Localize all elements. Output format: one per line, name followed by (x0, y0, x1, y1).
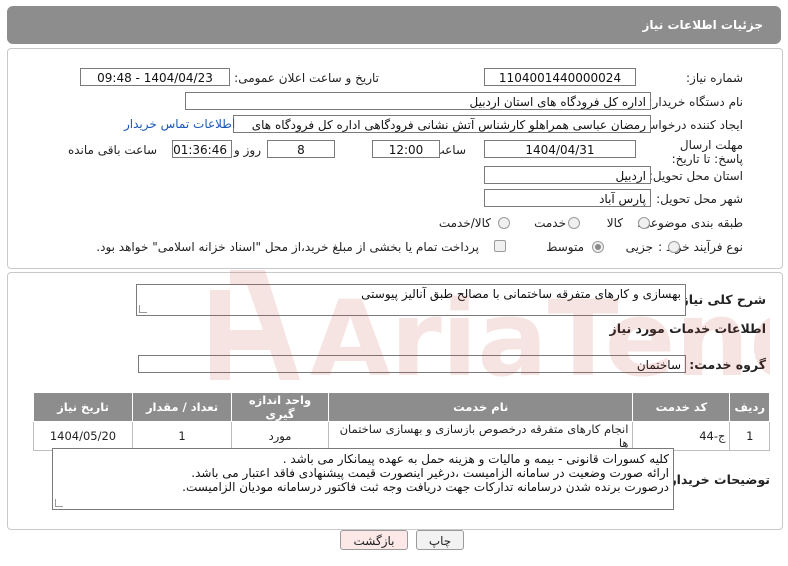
buyer-notes-textarea[interactable]: کلیه کسورات قانونی - بیمه و مالیات و هزی… (52, 448, 674, 510)
cell-qty: 1 (132, 421, 232, 451)
city-label: شهر محل تحویل: (656, 192, 743, 206)
province-label: استان محل تحویل: (648, 169, 743, 183)
col-date: تاریخ نیاز (33, 392, 133, 422)
print-button[interactable]: چاپ (416, 530, 464, 550)
services-section-title: اطلاعات خدمات مورد نیاز (609, 321, 767, 336)
cell-code: ج-44 (632, 421, 731, 451)
deadline-time-field[interactable]: 12:00 (372, 140, 440, 158)
treasury-payment-note: پرداخت تمام یا بخشی از مبلغ خرید،از محل … (96, 240, 479, 254)
buyer-notes-label: توضیحات خریدار: (664, 472, 770, 487)
category-option-goods-service: کالا/خدمت (438, 216, 491, 230)
announce-date-field[interactable]: 1404/04/23 - 09:48 (80, 68, 230, 86)
days-field[interactable]: 8 (267, 140, 335, 158)
creator-field[interactable]: رمضان عباسی همراهلو کارشناس آتش نشانی فر… (233, 115, 651, 133)
remaining-time-label: ساعت باقی مانده (67, 143, 157, 157)
category-radio-goods-service[interactable] (498, 217, 510, 229)
col-name: نام خدمت (327, 392, 634, 422)
col-unit: واحد اندازه گیری (231, 392, 329, 422)
col-qty: تعداد / مقدار (132, 392, 232, 422)
remaining-time-field[interactable]: 01:36:46 (172, 140, 232, 158)
buyer-org-label: نام دستگاه خریدار: (648, 95, 744, 109)
page-title: جزئیات اطلاعات نیاز (642, 18, 763, 32)
deadline-label: مهلت ارسال پاسخ: تا تاریخ: (671, 138, 743, 166)
description-text: بهسازی و کارهای متفرقه ساختمانی با مصالح… (361, 287, 681, 301)
col-row: ردیف (729, 392, 770, 422)
resize-grip-icon[interactable] (139, 305, 147, 313)
description-label: شرح کلی نیاز: (676, 292, 766, 307)
description-textarea[interactable]: بهسازی و کارهای متفرقه ساختمانی با مصالح… (136, 284, 686, 316)
services-table-header: ردیف کد خدمت نام خدمت واحد اندازه گیری ت… (33, 392, 770, 422)
process-option-minor: جزیی (625, 240, 653, 254)
process-radio-medium[interactable] (592, 241, 604, 253)
deadline-date-field[interactable]: 1404/04/31 (484, 140, 636, 158)
process-option-medium: متوسط (546, 240, 584, 254)
city-field[interactable]: پارس آباد (484, 189, 651, 207)
cell-date: 1404/05/20 (33, 421, 133, 451)
service-group-field[interactable]: ساختمان (138, 355, 686, 373)
province-field[interactable]: اردبیل (484, 166, 651, 184)
back-button[interactable]: بازگشت (340, 530, 408, 550)
buyer-org-field[interactable]: اداره کل فرودگاه های استان اردبیل (185, 92, 651, 110)
need-number-label: شماره نیاز: (686, 71, 743, 85)
buyer-note-line: ارائه صورت وضعیت در سامانه الزامیست ،درغ… (191, 466, 669, 480)
services-table: ردیف کد خدمت نام خدمت واحد اندازه گیری ت… (33, 392, 770, 451)
category-radio-goods[interactable] (638, 217, 650, 229)
need-number-field[interactable]: 1104001440000024 (484, 68, 636, 86)
category-radio-service[interactable] (568, 217, 580, 229)
cell-row: 1 (729, 421, 770, 451)
process-radio-minor[interactable] (668, 241, 680, 253)
announce-date-label: تاریخ و ساعت اعلان عمومی: (234, 71, 379, 85)
buyer-note-line: کلیه کسورات قانونی - بیمه و مالیات و هزی… (282, 452, 669, 466)
category-label: طبقه بندی موضوعی: (636, 216, 743, 230)
cell-name: انجام کارهای متفرقه درخصوص بازسازی و بهس… (327, 421, 634, 451)
resize-grip-icon[interactable] (55, 499, 63, 507)
page-header: جزئیات اطلاعات نیاز (7, 6, 781, 44)
category-option-service: خدمت (534, 216, 566, 230)
cell-unit: مورد (231, 421, 329, 451)
col-code: کد خدمت (632, 392, 731, 422)
days-label: روز و (234, 143, 261, 157)
table-row[interactable]: 1 ج-44 انجام کارهای متفرقه درخصوص بازساز… (33, 421, 770, 451)
buyer-contact-link[interactable]: اطلاعات تماس خریدار (124, 117, 235, 131)
treasury-payment-checkbox[interactable] (494, 240, 506, 252)
category-option-goods: کالا (606, 216, 623, 230)
buyer-note-line: درصورت برنده شدن درسامانه تدارکات جهت در… (182, 480, 669, 494)
service-group-label: گروه خدمت: (689, 357, 766, 372)
